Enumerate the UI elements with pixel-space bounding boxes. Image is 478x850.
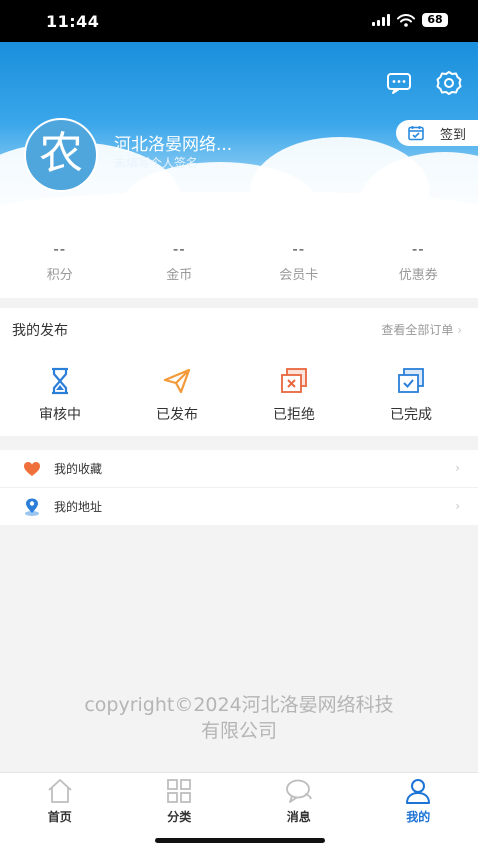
- view-all-orders-link[interactable]: 查看全部订单 ›: [381, 321, 462, 338]
- stat-value: --: [411, 240, 425, 258]
- cloud-decoration: [0, 192, 478, 222]
- copyright-line-2: 有限公司: [200, 720, 277, 742]
- home-indicator: [155, 838, 325, 843]
- user-signature: 未填写个人签名: [114, 156, 199, 170]
- battery-indicator: 68: [422, 13, 448, 27]
- publish-status-label: 已发布: [156, 407, 198, 423]
- stat-label: 优惠券: [398, 268, 438, 283]
- publish-status-label: 审核中: [39, 407, 81, 423]
- publish-status-label: 已拒绝: [273, 407, 315, 423]
- location-icon: [25, 498, 39, 516]
- checkin-button[interactable]: 签到: [396, 120, 478, 146]
- checkin-label: 签到: [440, 127, 467, 143]
- stat-value: --: [172, 240, 186, 258]
- home-icon: [48, 779, 72, 803]
- publish-status-completed[interactable]: 已完成: [354, 366, 468, 424]
- user-icon: [406, 779, 431, 804]
- section-title: 我的发布: [12, 323, 68, 339]
- stat-points[interactable]: -- 积分: [0, 222, 120, 298]
- tab-label: 我的: [406, 810, 431, 824]
- tab-label: 消息: [286, 810, 311, 824]
- message-icon[interactable]: [386, 70, 412, 96]
- cellular-signal-icon: [372, 14, 390, 26]
- status-time: 11:44: [46, 12, 100, 31]
- tab-mine[interactable]: 我的: [359, 773, 478, 850]
- menu-item-label: 我的收藏: [54, 462, 103, 476]
- stat-member-card[interactable]: -- 会员卡: [239, 222, 359, 298]
- chevron-right-icon: ›: [455, 499, 460, 513]
- menu-item-favorites[interactable]: 我的收藏 ›: [0, 450, 478, 487]
- grid-icon: [167, 779, 192, 803]
- menu-item-address[interactable]: 我的地址 ›: [0, 487, 478, 525]
- status-icons: 68: [372, 13, 448, 27]
- stat-label: 金币: [166, 268, 193, 283]
- copyright-text: copyright©2024河北洛晏网络科技 有限公司: [0, 692, 478, 744]
- rejected-icon: [281, 368, 307, 393]
- settings-gear-icon[interactable]: [436, 70, 462, 96]
- publish-status-published[interactable]: 已发布: [120, 366, 234, 424]
- stats-row: -- 积分 -- 金币 -- 会员卡 -- 优惠券: [0, 222, 478, 298]
- publish-status-reviewing[interactable]: 审核中: [3, 366, 117, 424]
- stat-label: 会员卡: [279, 268, 319, 283]
- heart-icon: [24, 461, 40, 476]
- hourglass-icon: [52, 367, 68, 395]
- profile-header: 农 河北洛晏网络... 未填写个人签名 签到: [0, 42, 478, 222]
- my-publish-card: 我的发布 查看全部订单 › 审核中 已发布 已拒绝 已完成: [0, 308, 478, 436]
- avatar[interactable]: 农: [24, 118, 98, 192]
- menu-item-label: 我的地址: [54, 500, 103, 514]
- chevron-right-icon: ›: [457, 323, 462, 337]
- chevron-right-icon: ›: [455, 461, 460, 475]
- stat-value: --: [292, 240, 306, 258]
- calendar-icon: [408, 126, 424, 141]
- stat-value: --: [53, 240, 67, 258]
- tab-label: 首页: [47, 810, 72, 824]
- user-name[interactable]: 河北洛晏网络...: [114, 130, 232, 155]
- copyright-line-1: copyright©2024河北洛晏网络科技: [84, 694, 394, 716]
- tab-label: 分类: [167, 810, 192, 824]
- stat-label: 积分: [46, 268, 73, 283]
- paper-plane-icon: [163, 368, 191, 394]
- tab-home[interactable]: 首页: [0, 773, 120, 850]
- publish-status-label: 已完成: [390, 407, 432, 423]
- stat-coupons[interactable]: -- 优惠券: [359, 222, 478, 298]
- menu-list: 我的收藏 › 我的地址 ›: [0, 450, 478, 525]
- completed-icon: [398, 368, 424, 393]
- stat-coins[interactable]: -- 金币: [120, 222, 240, 298]
- chat-icon: [285, 779, 312, 803]
- publish-status-rejected[interactable]: 已拒绝: [237, 366, 351, 424]
- wifi-icon: [397, 13, 415, 27]
- status-bar: 11:44 68: [0, 0, 478, 42]
- view-all-label: 查看全部订单: [381, 323, 454, 337]
